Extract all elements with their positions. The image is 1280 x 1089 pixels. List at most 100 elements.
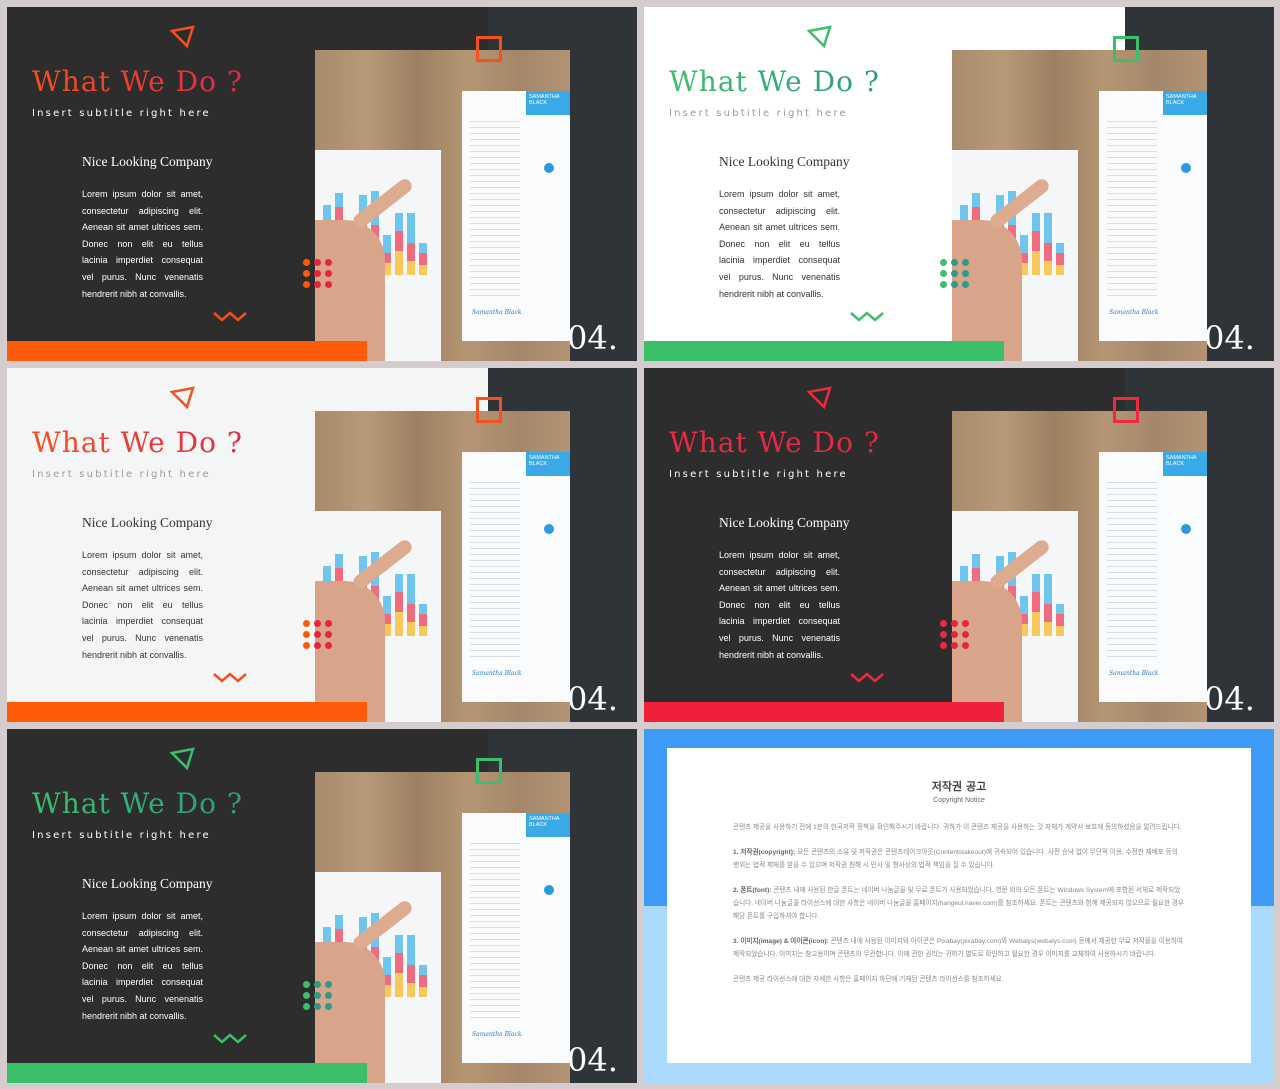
chart-bar xyxy=(1032,231,1040,251)
triangle-icon xyxy=(807,386,832,410)
resume-name: SAMANTHA BLACK xyxy=(1163,91,1207,115)
slide-subtitle: Insert subtitle right here xyxy=(32,830,211,841)
dot xyxy=(303,620,310,627)
slide-thumbnail[interactable]: 04. SAMANTHA BLACK Samantha Black What W… xyxy=(644,7,1274,361)
chart-bar xyxy=(407,243,415,261)
dot-grid xyxy=(303,620,332,649)
dot xyxy=(951,642,958,649)
slide-number: 04. xyxy=(1204,319,1255,357)
resume-lines xyxy=(470,482,520,662)
dot xyxy=(303,642,310,649)
dot xyxy=(303,259,310,266)
accent-bar xyxy=(7,341,367,361)
chart-bar xyxy=(335,915,343,929)
copyright-item: 3. 이미지(image) & 아이콘(icon): 콘텐츠 내에 사용된 이미… xyxy=(733,935,1185,961)
photo-hand-pointing-chart: SAMANTHA BLACK Samantha Black xyxy=(315,772,570,1083)
chart-bar xyxy=(407,604,415,622)
chart-bar xyxy=(1056,243,1064,253)
signature: Samantha Black xyxy=(472,670,522,677)
chart-bar xyxy=(395,973,403,997)
square-outline-icon xyxy=(476,397,502,423)
chart-bar xyxy=(1056,253,1064,265)
dot xyxy=(314,992,321,999)
dot xyxy=(303,270,310,277)
dot xyxy=(940,259,947,266)
chart-bar xyxy=(1032,612,1040,636)
slide-subtitle: Insert subtitle right here xyxy=(32,108,211,119)
dot xyxy=(962,281,969,288)
copyright-item-label: 3. 이미지(image) & 아이콘(icon): xyxy=(733,938,829,945)
chart-bar xyxy=(1044,622,1052,636)
signature: Samantha Black xyxy=(1109,309,1159,316)
chart-bar xyxy=(419,265,427,275)
chart-bar xyxy=(395,592,403,612)
photo-hand-pointing-chart: SAMANTHA BLACK Samantha Black xyxy=(315,411,570,722)
hand xyxy=(952,581,1022,722)
dot xyxy=(325,992,332,999)
slide-number: 04. xyxy=(567,319,618,357)
chart-bar xyxy=(335,554,343,568)
copyright-slide[interactable]: 저작권 공고 Copyright Notice 콘텐츠 제공을 사용하기 전에 … xyxy=(644,729,1274,1083)
slide-thumbnail[interactable]: 04. SAMANTHA BLACK Samantha Black What W… xyxy=(644,368,1274,722)
square-outline-icon xyxy=(1113,36,1139,62)
dot xyxy=(303,1003,310,1010)
dot xyxy=(303,631,310,638)
dot xyxy=(325,270,332,277)
accent-bar xyxy=(644,702,1004,722)
slide-thumbnail[interactable]: 04. SAMANTHA BLACK Samantha Black What W… xyxy=(7,729,637,1083)
dot xyxy=(940,631,947,638)
dot xyxy=(314,281,321,288)
copyright-item: 2. 폰트(font): 콘텐츠 내에 사용된 한글 폰트는 네이버 나눔글꼴 … xyxy=(733,884,1185,923)
chart-bar xyxy=(1056,614,1064,626)
dot xyxy=(951,281,958,288)
hand xyxy=(315,942,385,1083)
chart-bar xyxy=(419,614,427,626)
dot xyxy=(325,620,332,627)
signature: Samantha Black xyxy=(1109,670,1159,677)
slide-subtitle: Insert subtitle right here xyxy=(669,108,848,119)
chart-bar xyxy=(419,965,427,975)
dot xyxy=(314,259,321,266)
slide-number: 04. xyxy=(567,680,618,718)
slide-title: What We Do ? xyxy=(669,426,880,459)
resume-paper: SAMANTHA BLACK Samantha Black xyxy=(1099,91,1207,341)
resume-lines xyxy=(1107,482,1157,662)
dot xyxy=(951,259,958,266)
copyright-item-text: 모든 콘텐츠의 소유 및 저작권은 콘텐츠테이크아웃(Contentstakeo… xyxy=(733,849,1178,869)
chart-bar xyxy=(407,935,415,965)
resume-lines xyxy=(470,843,520,1023)
wave-icon xyxy=(213,672,247,683)
dot-grid xyxy=(303,259,332,288)
chart-bar xyxy=(383,957,391,975)
slide-number: 04. xyxy=(567,1041,618,1079)
chart-bar xyxy=(1056,265,1064,275)
slide-thumbnail[interactable]: 04. SAMANTHA BLACK Samantha Black What W… xyxy=(7,7,637,361)
copyright-item: 1. 저작권(copyright): 모든 콘텐츠의 소유 및 저작권은 콘텐츠… xyxy=(733,846,1185,872)
chart-bar xyxy=(1020,235,1028,253)
user-icon xyxy=(544,163,554,173)
slide-number: 04. xyxy=(1204,680,1255,718)
resume-paper: SAMANTHA BLACK Samantha Black xyxy=(462,813,570,1063)
copyright-outro: 콘텐츠 제공 라이선스에 대한 자세한 사항은 홈페이지 하단에 기재된 콘텐츠… xyxy=(733,976,1004,983)
slide-title: What We Do ? xyxy=(669,65,880,98)
chart-bar xyxy=(1044,574,1052,604)
resume-name: SAMANTHA BLACK xyxy=(526,452,570,476)
accent-bar xyxy=(7,1063,367,1083)
dot xyxy=(314,642,321,649)
resume-paper: SAMANTHA BLACK Samantha Black xyxy=(1099,452,1207,702)
dot xyxy=(325,631,332,638)
square-outline-icon xyxy=(1113,397,1139,423)
chart-bar xyxy=(1044,213,1052,243)
signature: Samantha Black xyxy=(472,1031,522,1038)
dot xyxy=(314,1003,321,1010)
dot-grid xyxy=(303,981,332,1010)
chart-bar xyxy=(395,251,403,275)
photo-hand-pointing-chart: SAMANTHA BLACK Samantha Black xyxy=(952,411,1207,722)
hand xyxy=(315,220,385,361)
chart-bar xyxy=(1056,626,1064,636)
accent-bar xyxy=(7,702,367,722)
slide-thumbnail[interactable]: 04. SAMANTHA BLACK Samantha Black What W… xyxy=(7,368,637,722)
chart-bar xyxy=(407,983,415,997)
dot xyxy=(951,270,958,277)
chart-bar xyxy=(395,213,403,231)
